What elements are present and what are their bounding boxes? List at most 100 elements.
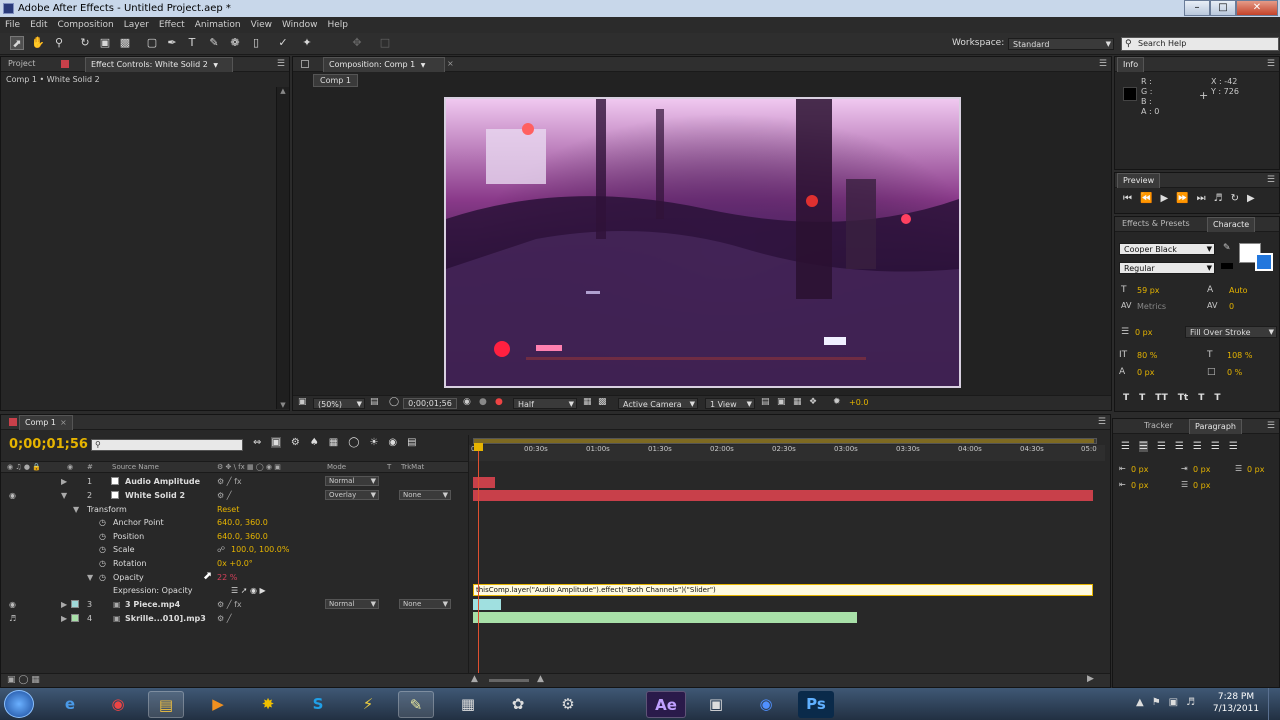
exposure-reset-icon[interactable]: ✹ [833, 397, 841, 407]
expand-arrow-icon[interactable]: ▼ [87, 571, 93, 584]
graph-editor-icon[interactable]: ▤ [407, 437, 416, 448]
tab-effect-controls[interactable]: Effect Controls: White Solid 2 ▼ [85, 57, 233, 72]
scroll-down-icon[interactable]: ▼ [277, 401, 289, 409]
all-caps-icon[interactable]: TT [1155, 393, 1168, 403]
search-help-input[interactable]: ⚲ Search Help [1121, 37, 1279, 51]
tab-paragraph[interactable]: Paragraph [1189, 419, 1242, 434]
layer-row[interactable]: ▶ 1 Audio Amplitude ⚙ ╱ fx Normal ▼ [1, 475, 468, 488]
scroll-right-icon[interactable]: ▶ [1087, 674, 1094, 684]
previous-frame-icon[interactable]: ⏪ [1140, 193, 1152, 204]
stopwatch-icon[interactable]: ◷ [99, 571, 106, 584]
superscript-icon[interactable]: T [1198, 393, 1204, 403]
layer-name[interactable]: White Solid 2 [125, 489, 185, 502]
layer-switches-icon[interactable]: ⚙ ╱ [217, 612, 232, 625]
fast-previews-icon[interactable]: ▣ [777, 397, 786, 407]
always-preview-icon[interactable]: ▣ [298, 397, 307, 407]
flowchart-icon[interactable]: ❖ [809, 397, 817, 407]
hand-tool-icon[interactable]: ✋ [31, 36, 45, 50]
mute-audio-icon[interactable]: ♬ [1214, 193, 1223, 204]
clone-tool-icon[interactable]: ❁ [228, 36, 242, 50]
expand-arrow-icon[interactable]: ▶ [61, 612, 67, 625]
panel-menu-icon[interactable]: ☰ [1099, 57, 1107, 71]
trkmat-header[interactable]: TrkMat [401, 462, 424, 473]
layer-switches-icon[interactable]: ⚙ ╱ [217, 489, 232, 502]
reset-link[interactable]: Reset [217, 503, 239, 516]
constrain-proportions-icon[interactable]: ☍ [217, 543, 225, 556]
stopwatch-icon[interactable]: ◷ [99, 543, 106, 556]
eyedropper-icon[interactable]: ✎ [1223, 243, 1231, 253]
font-size-value[interactable]: 59 px [1137, 286, 1160, 295]
transform-group[interactable]: ▼ Transform Reset [1, 503, 468, 516]
layer-switches-icon[interactable]: ⚙ ╱ fx [217, 598, 242, 611]
justify-right-icon[interactable]: ☰ [1211, 441, 1220, 452]
camera-tool-icon[interactable]: ▣ [98, 36, 112, 50]
live-update-icon[interactable]: ▣ [271, 437, 281, 448]
tab-tracker[interactable]: Tracker [1139, 419, 1178, 434]
region-of-interest-icon[interactable]: ▦ [583, 397, 592, 407]
menu-window[interactable]: Window [277, 17, 323, 33]
brush-tool-icon[interactable]: ✎ [207, 36, 221, 50]
tab-comp1[interactable]: Comp 1 × [19, 415, 73, 430]
font-family-dropdown[interactable]: Cooper Black ▼ [1119, 243, 1215, 255]
eye-icon[interactable]: ◉ [9, 489, 16, 502]
dragon-app-icon[interactable]: ✿ [500, 691, 536, 718]
space-after-value[interactable]: 0 px [1193, 481, 1210, 490]
type-tool-icon[interactable]: T [185, 36, 199, 50]
close-tab-icon[interactable]: × [60, 418, 67, 427]
horizontal-scale-value[interactable]: 108 % [1227, 351, 1252, 360]
zoom-in-icon[interactable]: ▲ [537, 674, 544, 684]
transparency-grid-icon[interactable]: ▩ [598, 397, 607, 407]
layer-row[interactable]: ◉ ▼ 2 White Solid 2 ⚙ ╱ Overlay ▼ None ▼ [1, 489, 468, 502]
exposure-value[interactable]: +0.0 [849, 398, 868, 407]
toggle-panes-icon[interactable]: ▣ ◯ ▦ [7, 675, 40, 685]
photoshop-icon[interactable]: Ps [798, 691, 834, 718]
firefox-blue-icon[interactable]: ◉ [748, 691, 784, 718]
tab-character[interactable]: Characte [1207, 217, 1256, 232]
zoom-out-icon[interactable]: ▲ [471, 674, 478, 684]
draft-3d-icon[interactable]: ⚙ [291, 437, 300, 448]
stopwatch-icon[interactable]: ◷ [99, 557, 106, 570]
after-effects-icon[interactable]: Ae [646, 691, 686, 718]
property-row[interactable]: ◷ Anchor Point 640.0, 360.0 [1, 516, 468, 529]
rotate-tool-icon[interactable]: ↻ [78, 36, 92, 50]
stopwatch-icon[interactable]: ◷ [99, 516, 106, 529]
menu-edit[interactable]: Edit [25, 17, 52, 33]
scroll-up-icon[interactable]: ▲ [277, 87, 289, 95]
tab-info[interactable]: Info [1117, 57, 1145, 72]
chrome-icon[interactable]: ◉ [100, 691, 136, 718]
justify-all-icon[interactable]: ☰ [1229, 441, 1238, 452]
brainstorm-icon[interactable]: ☀ [369, 437, 378, 448]
timeline-icon[interactable]: ▦ [793, 397, 802, 407]
layer-row[interactable]: ♬ ▶ 4 ▣ Skrille...010].mp3 ⚙ ╱ [1, 612, 468, 625]
hide-shy-icon[interactable]: ♠ [310, 437, 319, 448]
next-frame-icon[interactable]: ⏩ [1176, 193, 1188, 204]
notepad-app-icon[interactable]: ✎ [398, 691, 434, 718]
faux-bold-icon[interactable]: T [1123, 393, 1129, 403]
world-axis-icon[interactable]: □ [378, 36, 392, 50]
mask-visibility-icon[interactable]: ◯ [389, 397, 399, 407]
panel-menu-icon[interactable]: ☰ [277, 57, 285, 71]
expression-controls-icon[interactable]: ☰ ➚ ◉ ▶ [231, 584, 266, 597]
align-left-icon[interactable]: ☰ [1121, 441, 1130, 452]
zoom-tool-icon[interactable]: ⚲ [52, 36, 66, 50]
layer-name[interactable]: 3 Piece.mp4 [125, 598, 180, 611]
stopwatch-icon[interactable]: ◷ [99, 530, 106, 543]
speaker-icon[interactable]: ♬ [9, 612, 16, 625]
last-frame-icon[interactable]: ⏭ [1197, 193, 1206, 204]
indent-right-value[interactable]: 0 px [1193, 465, 1210, 474]
layer-name[interactable]: Skrille...010].mp3 [125, 612, 206, 625]
winamp-icon[interactable]: ⚡ [350, 691, 386, 718]
layer-bar-audio-amplitude[interactable] [473, 477, 495, 488]
composition-viewer[interactable] [444, 97, 961, 388]
faux-italic-icon[interactable]: T [1139, 393, 1145, 403]
scale-value[interactable]: 100.0, 100.0% [231, 543, 290, 556]
trkmat-dropdown[interactable]: None ▼ [399, 490, 451, 500]
safe-zones-icon[interactable]: ▤ [370, 397, 379, 407]
menu-composition[interactable]: Composition [53, 17, 119, 33]
playhead-handle[interactable] [474, 443, 483, 451]
minimize-button[interactable]: – [1184, 0, 1210, 16]
resolution-dropdown[interactable]: Half ▼ [513, 398, 577, 409]
pan-behind-tool-icon[interactable]: ▩ [118, 36, 132, 50]
tsume-value[interactable]: 0 % [1227, 368, 1242, 377]
menu-help[interactable]: Help [322, 17, 353, 33]
